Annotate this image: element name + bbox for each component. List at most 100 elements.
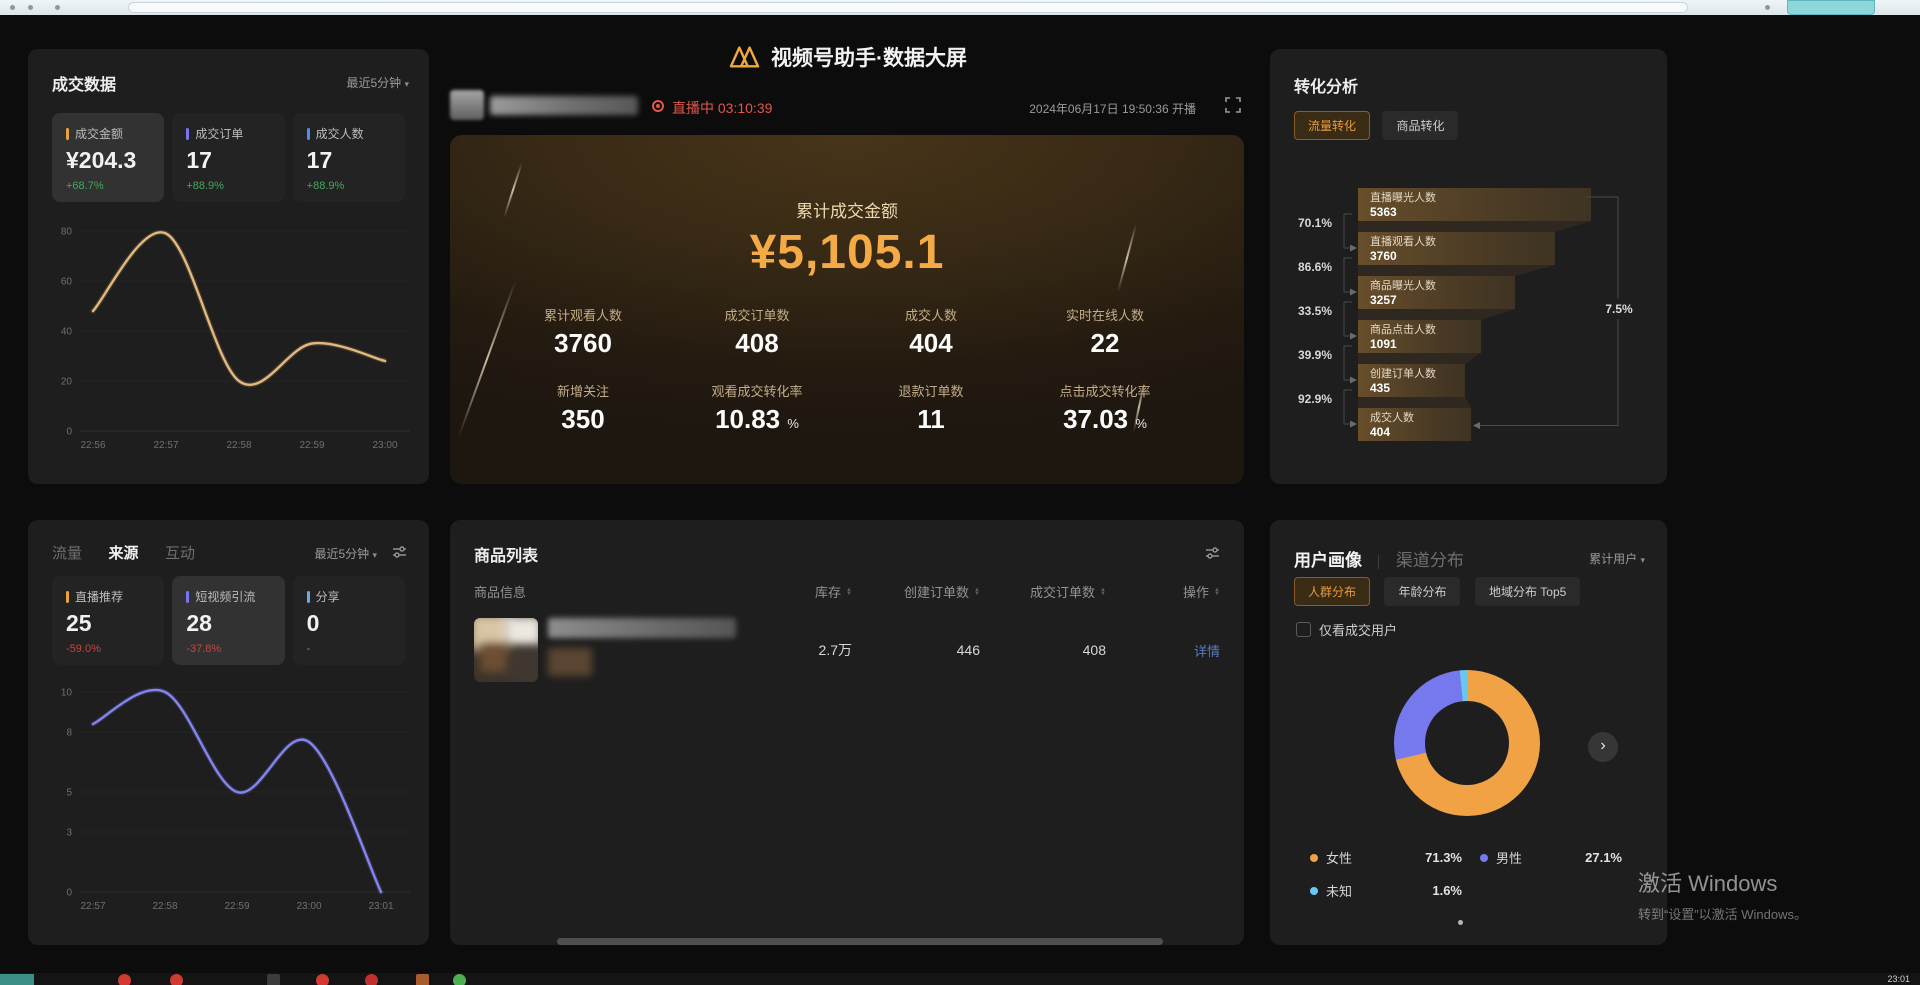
summary-amount-value: ¥5,105.1 bbox=[450, 225, 1244, 280]
windows-activation-watermark: 激活 Windows 转到“设置”以激活 Windows。 bbox=[1638, 866, 1807, 923]
svg-text:7.5%: 7.5% bbox=[1605, 302, 1633, 316]
table-row[interactable]: 2.7万 446 408 详情 bbox=[474, 610, 1220, 690]
column-created-orders[interactable]: 创建订单数 ▲▼ bbox=[852, 582, 980, 601]
conversion-analysis-panel: 转化分析 流量转化 商品转化 直播曝光人数5363直播观看人数3760商品曝光人… bbox=[1270, 49, 1667, 484]
legend-dot bbox=[1310, 887, 1318, 895]
svg-text:70.1%: 70.1% bbox=[1298, 216, 1332, 230]
subtab-age-distribution[interactable]: 年龄分布 bbox=[1384, 577, 1460, 606]
svg-text:0: 0 bbox=[66, 427, 72, 438]
svg-text:22:59: 22:59 bbox=[224, 901, 249, 912]
taskbar[interactable]: 23:01 bbox=[0, 973, 1920, 985]
svg-text:创建订单人数: 创建订单人数 bbox=[1370, 366, 1436, 380]
summary-card: 累计成交金额 ¥5,105.1 累计观看人数 3760 成交订单数 408 成交… bbox=[450, 135, 1244, 484]
stat-online-now: 实时在线人数 22 bbox=[1018, 305, 1192, 359]
stat-click-conversion: 点击成交转化率 37.03 % bbox=[1018, 381, 1192, 435]
legend-item-male: 男性 27.1% bbox=[1480, 848, 1640, 867]
svg-text:商品点击人数: 商品点击人数 bbox=[1370, 322, 1436, 336]
tab-traffic-conversion[interactable]: 流量转化 bbox=[1294, 111, 1370, 140]
taskbar-icon[interactable] bbox=[0, 974, 34, 985]
detail-link[interactable]: 详情 bbox=[1106, 641, 1220, 660]
taskbar-icon[interactable] bbox=[118, 974, 131, 985]
stat-refund-orders: 退款订单数 11 bbox=[844, 381, 1018, 435]
svg-text:商品曝光人数: 商品曝光人数 bbox=[1370, 278, 1436, 292]
svg-text:435: 435 bbox=[1370, 381, 1390, 395]
live-session-bar: 直播中 03:10:39 2024年06月17日 19:50:36 开播 bbox=[450, 92, 1244, 124]
tab-user-portrait[interactable]: 用户画像 bbox=[1294, 551, 1362, 570]
svg-text:3: 3 bbox=[66, 828, 72, 839]
legend-item-unknown: 未知 1.6% bbox=[1310, 881, 1480, 900]
browser-menu-icon[interactable] bbox=[1765, 5, 1770, 10]
sort-icon[interactable]: ▲▼ bbox=[1214, 588, 1220, 596]
column-stock[interactable]: 库存 ▲▼ bbox=[742, 582, 852, 601]
channels-logo-icon bbox=[727, 43, 761, 71]
svg-text:23:01: 23:01 bbox=[368, 901, 393, 912]
svg-text:39.9%: 39.9% bbox=[1298, 348, 1332, 362]
browser-home-icon[interactable] bbox=[55, 5, 60, 10]
browser-action-button[interactable] bbox=[1787, 0, 1875, 15]
svg-text:成交人数: 成交人数 bbox=[1370, 410, 1414, 424]
legend-item-female: 女性 71.3% bbox=[1310, 848, 1480, 867]
svg-text:33.5%: 33.5% bbox=[1298, 304, 1332, 318]
browser-back-icon[interactable] bbox=[10, 5, 15, 10]
column-product-info: 商品信息 bbox=[474, 582, 742, 601]
live-dot-icon bbox=[652, 100, 664, 112]
svg-text:直播观看人数: 直播观看人数 bbox=[1370, 234, 1436, 248]
url-input[interactable] bbox=[128, 2, 1688, 13]
browser-bar bbox=[0, 0, 1920, 15]
taskbar-icon[interactable] bbox=[267, 974, 280, 985]
panel-title: 商品列表 bbox=[474, 542, 538, 566]
svg-text:40: 40 bbox=[61, 327, 73, 338]
product-price-redacted bbox=[548, 648, 592, 676]
sales-data-panel: 成交数据 最近5分钟 ▾ 成交金额 ¥204.3 +68.7% 成交订单 17 … bbox=[28, 49, 429, 484]
page-title: 视频号助手·数据大屏 bbox=[771, 47, 967, 70]
fullscreen-icon[interactable] bbox=[1224, 96, 1242, 114]
taskbar-icon[interactable] bbox=[316, 974, 329, 985]
svg-text:0: 0 bbox=[66, 888, 72, 899]
live-status: 直播中 03:10:39 bbox=[672, 98, 772, 118]
cell-stock: 2.7万 bbox=[742, 640, 852, 660]
taskbar-icon[interactable] bbox=[170, 974, 183, 985]
user-scope-dropdown[interactable]: 累计用户 ▾ bbox=[1589, 550, 1645, 567]
table-header: 商品信息 库存 ▲▼ 创建订单数 ▲▼ 成交订单数 ▲▼ 操作 ▲▼ bbox=[474, 582, 1220, 601]
subtab-region-top5[interactable]: 地域分布 Top5 bbox=[1475, 577, 1580, 606]
subtab-gender-distribution[interactable]: 人群分布 bbox=[1294, 577, 1370, 606]
taskbar-clock: 23:01 bbox=[1887, 974, 1910, 984]
buyers-only-checkbox[interactable] bbox=[1296, 622, 1311, 637]
cell-completed-orders: 408 bbox=[980, 642, 1106, 658]
summary-stats-grid: 累计观看人数 3760 成交订单数 408 成交人数 404 实时在线人数 22… bbox=[496, 305, 1196, 435]
product-list-panel: 商品列表 商品信息 库存 ▲▼ 创建订单数 ▲▼ 成交订单数 ▲▼ 操作 ▲▼ bbox=[450, 520, 1244, 945]
tab-channel-distribution[interactable]: 渠道分布 bbox=[1396, 551, 1464, 570]
legend-dot bbox=[1310, 854, 1318, 862]
svg-text:20: 20 bbox=[61, 377, 73, 388]
svg-text:3257: 3257 bbox=[1370, 293, 1397, 307]
taskbar-icon[interactable] bbox=[416, 974, 429, 985]
user-portrait-panel: 用户画像 渠道分布 累计用户 ▾ 人群分布 年龄分布 地域分布 Top5 仅看成… bbox=[1270, 520, 1667, 945]
svg-text:404: 404 bbox=[1370, 425, 1390, 439]
horizontal-scrollbar[interactable] bbox=[557, 938, 1163, 945]
carousel-dot[interactable] bbox=[1458, 920, 1463, 925]
panel-title: 转化分析 bbox=[1294, 73, 1358, 97]
svg-text:80: 80 bbox=[61, 227, 73, 238]
product-title-redacted bbox=[548, 618, 736, 638]
taskbar-icon[interactable] bbox=[365, 974, 378, 985]
carousel-next-button[interactable]: › bbox=[1588, 732, 1618, 762]
svg-text:8: 8 bbox=[66, 728, 72, 739]
svg-text:86.6%: 86.6% bbox=[1298, 260, 1332, 274]
svg-text:10: 10 bbox=[61, 688, 73, 699]
sales-trend-chart: 02040608022:5622:5722:5822:5923:00 bbox=[28, 49, 429, 479]
tab-product-conversion[interactable]: 商品转化 bbox=[1382, 111, 1458, 140]
svg-text:23:00: 23:00 bbox=[296, 901, 321, 912]
column-actions[interactable]: 操作 ▲▼ bbox=[1106, 582, 1220, 601]
browser-refresh-icon[interactable] bbox=[28, 5, 33, 10]
svg-text:5363: 5363 bbox=[1370, 205, 1397, 219]
taskbar-icon[interactable] bbox=[453, 974, 466, 985]
svg-text:1091: 1091 bbox=[1370, 337, 1397, 351]
avatar bbox=[450, 90, 484, 120]
column-completed-orders[interactable]: 成交订单数 ▲▼ bbox=[980, 582, 1106, 601]
filter-sliders-icon[interactable] bbox=[1205, 546, 1220, 560]
traffic-source-panel: 流量 来源 互动 最近5分钟 ▾ 直播推荐 25 -59.0% 短视频引流 28… bbox=[28, 520, 429, 945]
cell-created-orders: 446 bbox=[852, 642, 980, 658]
stream-start-time: 2024年06月17日 19:50:36 开播 bbox=[1029, 100, 1196, 117]
svg-text:92.9%: 92.9% bbox=[1298, 392, 1332, 406]
svg-text:3760: 3760 bbox=[1370, 249, 1397, 263]
